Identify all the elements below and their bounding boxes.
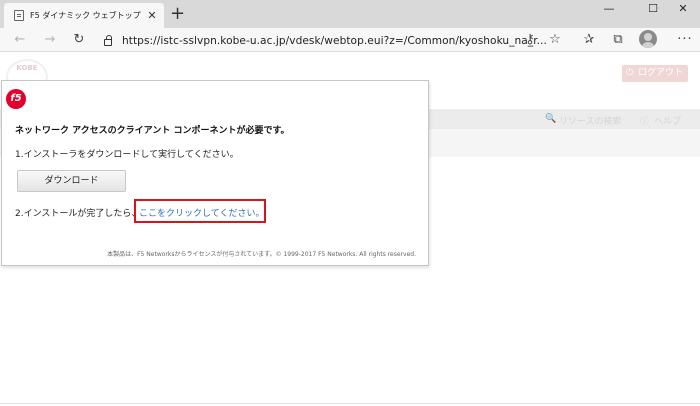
browser-tab[interactable]: F5 ダイナミック ウェブトップ ✕ — [4, 3, 164, 28]
divider — [0, 403, 700, 404]
star-icon[interactable]: ☆ — [545, 30, 565, 50]
f5-logo: f5 — [6, 89, 26, 109]
tab-title: F5 ダイナミック ウェブトップ — [30, 11, 141, 20]
browser-titlebar: F5 ダイナミック ウェブトップ ✕ + — ☐ ✕ — [0, 0, 700, 28]
step1-text: 1.インストーラをダウンロードして実行してください。 — [15, 150, 239, 160]
dialog-title: ネットワーク アクセスのクライアント コンポーネントが必要です。 — [15, 126, 290, 136]
collections-icon[interactable]: ⧉ — [608, 30, 628, 50]
search-icon: 🔍 — [545, 114, 557, 124]
page-icon — [14, 10, 24, 21]
close-window-button[interactable]: ✕ — [666, 0, 700, 20]
client-component-dialog: f5 ネットワーク アクセスのクライアント コンポーネントが必要です。 1.イン… — [1, 80, 429, 266]
logout-button[interactable]: ログアウト — [622, 65, 688, 82]
more-icon[interactable]: ··· — [675, 30, 695, 50]
refresh-icon[interactable]: ↻ — [69, 30, 89, 50]
help-icon: ⓘ — [640, 117, 650, 127]
lock-icon — [104, 35, 112, 46]
favorites-icon[interactable]: ✰ — [579, 30, 599, 50]
profile-icon[interactable] — [639, 30, 657, 48]
help-link[interactable]: ヘルプ — [654, 114, 681, 127]
maximize-button[interactable]: ☐ — [636, 0, 670, 20]
step2-text: 2.インストールが完了したら、 — [15, 209, 141, 219]
search-resources-link[interactable]: リソースの検索 — [559, 114, 622, 127]
url-text[interactable]: https://istc-sslvpn.kobe-u.ac.jp/vdesk/w… — [122, 35, 568, 47]
back-icon[interactable]: ← — [10, 30, 30, 50]
address-bar[interactable]: https://istc-sslvpn.kobe-u.ac.jp/vdesk/w… — [96, 30, 568, 51]
key-icon[interactable]: ⚷ — [520, 30, 540, 50]
new-tab-button[interactable]: + — [170, 4, 185, 24]
download-button[interactable]: ダウンロード — [17, 170, 126, 192]
forward-icon[interactable]: → — [40, 30, 60, 50]
copyright-footer: 本製品は、F5 Networksからライセンスが付与されています。© 1999-… — [107, 251, 416, 258]
minimize-button[interactable]: — — [592, 0, 626, 20]
tab-close-icon[interactable]: ✕ — [145, 9, 159, 22]
click-here-link[interactable]: ここをクリックしてください。 — [139, 206, 264, 219]
browser-toolbar: ← → ↻ https://istc-sslvpn.kobe-u.ac.jp/v… — [0, 28, 700, 52]
